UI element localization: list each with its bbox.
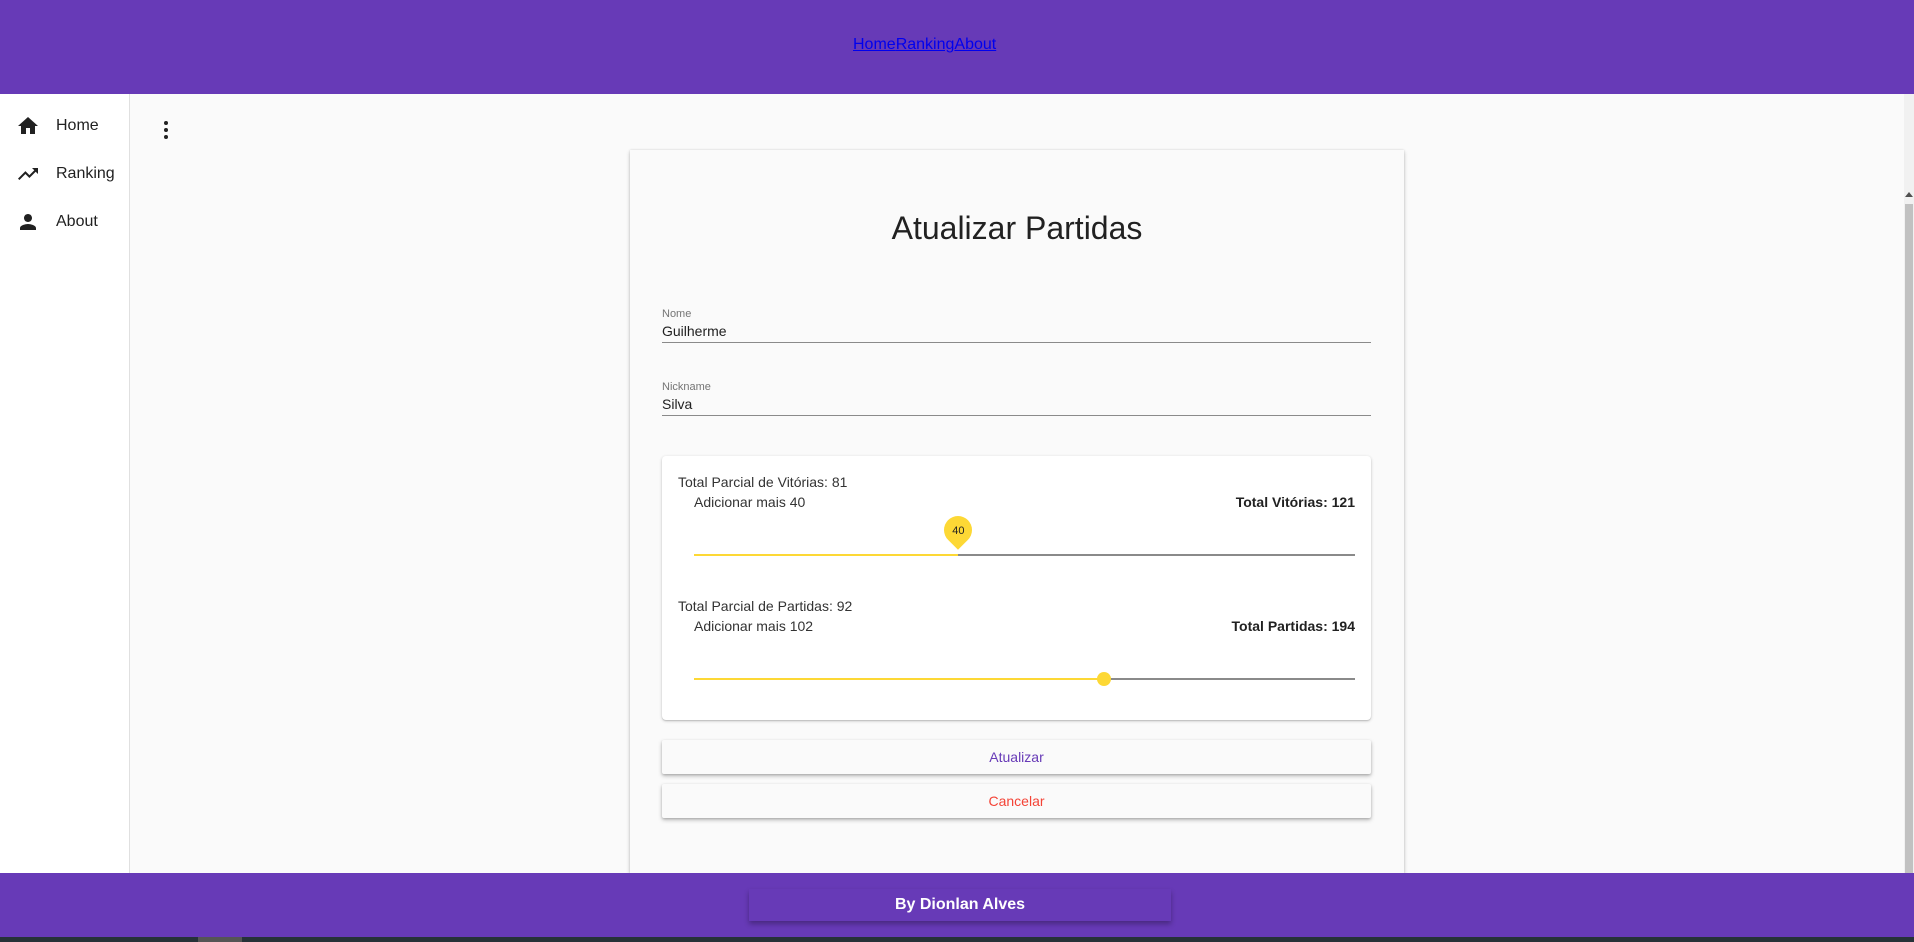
sidebar-item-label: About <box>56 213 98 230</box>
vitorias-slider-fill <box>694 554 959 556</box>
top-nav: Home Ranking About <box>853 36 996 54</box>
vitorias-partial-text: Total Parcial de Vitórias: 81 <box>678 474 848 490</box>
scrollbar-thumb[interactable] <box>1905 204 1913 930</box>
partidas-slider[interactable] <box>694 672 1355 686</box>
nickname-input[interactable] <box>662 392 1371 416</box>
vitorias-total-text: Total Vitórias: 121 <box>1235 494 1355 510</box>
partidas-slider-fill <box>694 678 1104 680</box>
vitorias-add-text: Adicionar mais 40 <box>694 494 806 510</box>
sidenav: Home Ranking About <box>0 94 130 873</box>
taskbar-strip <box>0 937 1914 942</box>
partidas-total-text: Total Partidas: 194 <box>1231 618 1355 634</box>
taskbar-item <box>198 937 242 942</box>
vitorias-slider-value-label: 40 <box>952 525 965 537</box>
vitorias-slider[interactable]: 40 <box>694 510 1355 556</box>
more-vert-button[interactable] <box>152 114 180 146</box>
partidas-slider-thumb[interactable] <box>1096 672 1111 686</box>
nome-input[interactable] <box>662 319 1371 343</box>
scroll-up-arrow-icon[interactable] <box>1905 192 1913 197</box>
scrollbar[interactable] <box>1904 94 1914 930</box>
cancelar-button[interactable]: Cancelar <box>662 784 1371 818</box>
update-card: Atualizar Partidas Nome Nickname Total P… <box>630 150 1404 873</box>
footer-toolbar: By Dionlan Alves <box>0 873 1914 937</box>
home-icon <box>18 117 38 134</box>
sidebar-item-label: Home <box>56 117 99 134</box>
partidas-add-text: Adicionar mais 102 <box>694 618 814 634</box>
sidebar-item-about[interactable]: About <box>0 202 129 242</box>
top-toolbar: Home Ranking About <box>0 0 1914 94</box>
sliders-panel: Total Parcial de Vitórias: 81 Adicionar … <box>662 456 1371 720</box>
trending-up-icon <box>18 168 38 180</box>
more-vert-icon <box>164 121 168 139</box>
top-nav-about-link[interactable]: About <box>954 36 996 54</box>
footer-credit: By Dionlan Alves <box>749 889 1171 921</box>
sidebar-item-home[interactable]: Home <box>0 106 129 146</box>
top-nav-home-link[interactable]: Home <box>853 36 896 54</box>
sidebar-item-label: Ranking <box>56 165 115 182</box>
top-nav-ranking-link[interactable]: Ranking <box>896 36 955 54</box>
person-icon <box>20 214 36 230</box>
atualizar-button[interactable]: Atualizar <box>662 740 1371 774</box>
partidas-partial-text: Total Parcial de Partidas: 92 <box>678 598 853 614</box>
sidebar-item-ranking[interactable]: Ranking <box>0 154 129 194</box>
page-title: Atualizar Partidas <box>891 210 1143 246</box>
